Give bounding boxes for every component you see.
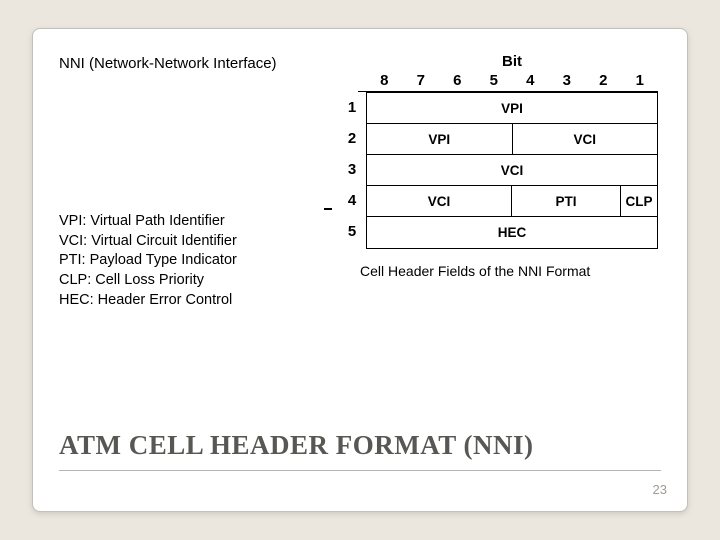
def-pti: PTI: Payload Type Indicator <box>59 251 314 271</box>
bit-col: 1 <box>622 72 659 89</box>
bit-col: 2 <box>585 72 622 89</box>
bit-col: 5 <box>476 72 513 89</box>
row-numbers: 1 2 3 4 5 <box>338 92 366 249</box>
field-vpi: VPI <box>367 93 657 123</box>
content-row: NNI (Network-Network Interface) VPI: Vir… <box>59 49 661 311</box>
def-vpi: VPI: Virtual Path Identifier <box>59 212 314 232</box>
row-num: 5 <box>338 216 366 247</box>
field-vci: VCI <box>367 186 512 216</box>
field-vci: VCI <box>367 155 657 185</box>
slide: NNI (Network-Network Interface) VPI: Vir… <box>32 28 688 512</box>
def-clp: CLP: Cell Loss Priority <box>59 271 314 291</box>
field-pti: PTI <box>512 186 621 216</box>
table-row: VCI PTI CLP <box>367 186 657 217</box>
def-vci: VCI: Virtual Circuit Identifier <box>59 232 314 252</box>
table-row: VCI <box>367 155 657 186</box>
row-num: 4 <box>338 185 366 216</box>
left-column: NNI (Network-Network Interface) VPI: Vir… <box>59 49 314 311</box>
field-vpi: VPI <box>367 124 513 154</box>
diagram-caption: Cell Header Fields of the NNI Format <box>360 263 658 279</box>
table-row: VPI <box>367 93 657 124</box>
bit-col: 8 <box>366 72 403 89</box>
row-num: 1 <box>338 92 366 123</box>
def-hec: HEC: Header Error Control <box>59 291 314 311</box>
bit-col: 7 <box>403 72 440 89</box>
header-grid: VPI VPI VCI VCI VCI PTI CLP <box>366 92 658 249</box>
cell-header-diagram: Bit 8 7 6 5 4 3 2 1 1 2 3 <box>338 53 658 279</box>
row-num: 2 <box>338 123 366 154</box>
definitions-list: VPI: Virtual Path Identifier VCI: Virtua… <box>59 212 314 311</box>
field-vci: VCI <box>513 124 658 154</box>
field-hec: HEC <box>367 217 657 248</box>
page-number: 23 <box>653 482 667 497</box>
table-row: HEC <box>367 217 657 248</box>
bit-axis-label: Bit <box>366 53 658 70</box>
field-clp: CLP <box>621 186 657 216</box>
right-column: Bit 8 7 6 5 4 3 2 1 1 2 3 <box>332 49 661 311</box>
bit-numbers-row: 8 7 6 5 4 3 2 1 <box>366 72 658 89</box>
bit-col: 3 <box>549 72 586 89</box>
grid-wrap: 1 2 3 4 5 VPI VPI VCI <box>338 92 658 249</box>
page-title: ATM CELL HEADER FORMAT (NNI) <box>59 430 534 461</box>
bit-col: 4 <box>512 72 549 89</box>
table-row: VPI VCI <box>367 124 657 155</box>
interface-heading: NNI (Network-Network Interface) <box>59 55 314 72</box>
title-rule <box>59 470 661 471</box>
row-num: 3 <box>338 154 366 185</box>
bit-col: 6 <box>439 72 476 89</box>
